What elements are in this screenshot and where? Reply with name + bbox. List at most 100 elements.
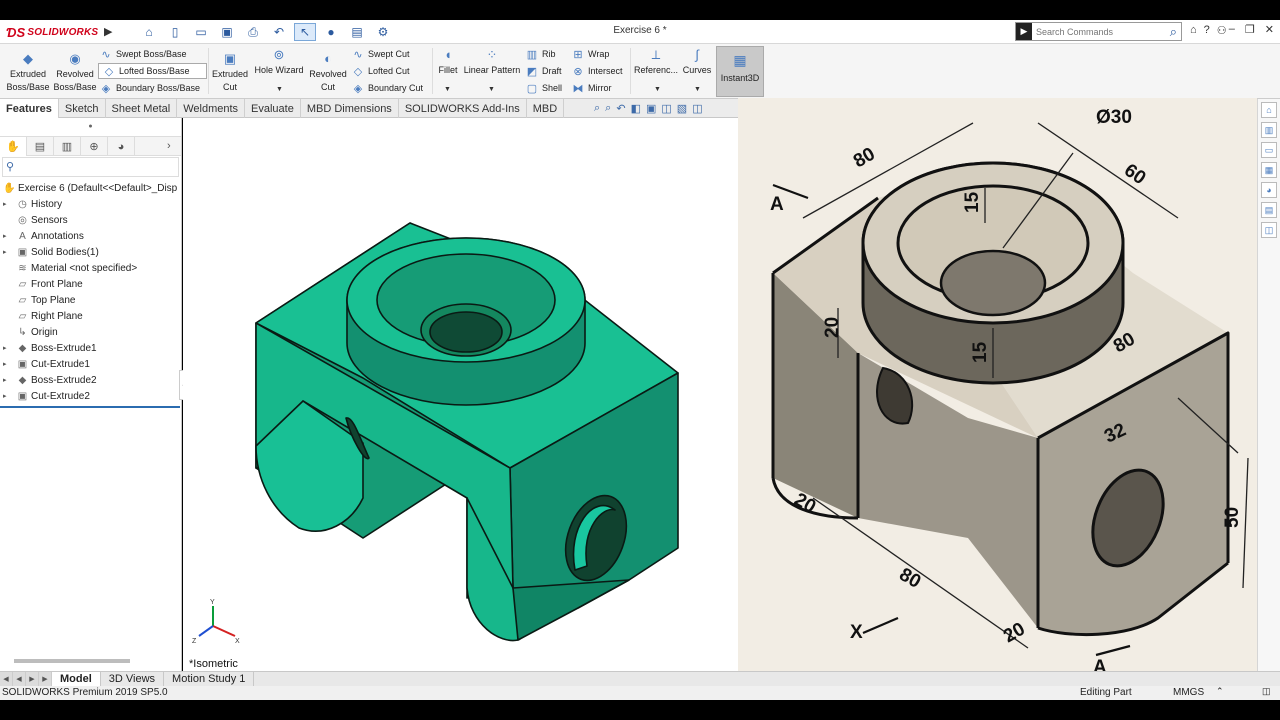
expand-arrow-icon[interactable]: ▸ [3, 344, 11, 352]
file-properties-icon[interactable]: ▤ [346, 23, 368, 41]
expand-arrow-icon[interactable]: ▸ [3, 392, 11, 400]
boundary-cut-button[interactable]: ◈ Boundary Cut [352, 80, 423, 96]
view-palette-icon[interactable]: ▦ [1261, 162, 1277, 178]
property-manager-tab-icon[interactable]: ▤ [27, 137, 54, 156]
dynamic-annotation-icon[interactable]: ▣ [646, 102, 656, 115]
wrap-button[interactable]: ⊞ Wrap [572, 46, 609, 62]
mirror-button[interactable]: ⧓ Mirror [572, 80, 612, 96]
fillet-button[interactable]: ◖ Fillet [434, 48, 462, 77]
filter-icon[interactable]: ⚲ [2, 157, 179, 177]
status-options-icon[interactable]: ◫ [1262, 686, 1271, 697]
custom-properties-icon[interactable]: ▤ [1261, 202, 1277, 218]
revolved-cut-button[interactable]: ◐ Revolved Cut [306, 52, 350, 94]
rollback-bar[interactable] [0, 406, 180, 408]
home-help-icon[interactable]: ⌂ [1190, 24, 1197, 37]
view-orientation-icon[interactable]: ◫ [661, 102, 671, 115]
expand-arrow-icon[interactable]: ▸ [3, 232, 11, 240]
new-icon[interactable]: ▯ [164, 23, 186, 41]
intersect-button[interactable]: ⊗ Intersect [572, 63, 622, 79]
appearances-icon[interactable]: ◕ [1261, 182, 1277, 198]
hole-wizard-dropdown-icon[interactable]: ▼ [276, 86, 283, 93]
save-icon[interactable]: ▣ [216, 23, 238, 41]
zoom-area-icon[interactable]: ⌕ [605, 102, 611, 115]
design-library-icon[interactable]: ▥ [1261, 122, 1277, 138]
rebuild-icon[interactable]: ● [320, 23, 342, 41]
last-tab-icon[interactable]: ▶ [39, 672, 52, 686]
reference-dropdown-icon[interactable]: ▼ [654, 86, 661, 93]
feature-tree-scrollbar[interactable] [14, 659, 130, 663]
tab-sheet-metal[interactable]: Sheet Metal [106, 99, 178, 118]
tree-item[interactable]: ▸ ◆ Boss-Extrude2 [0, 372, 181, 388]
zoom-to-fit-icon[interactable]: ⌕ [594, 102, 600, 115]
tree-item[interactable]: ▱ Top Plane [0, 292, 181, 308]
tab-evaluate[interactable]: Evaluate [245, 99, 301, 118]
file-explorer-icon[interactable]: ▭ [1261, 142, 1277, 158]
hide-show-icon[interactable]: ◫ [692, 102, 702, 115]
curves-button[interactable]: ∫ Curves [680, 48, 714, 77]
user-icon[interactable]: ⚇ [1217, 24, 1227, 37]
rib-button[interactable]: ▥ Rib [526, 46, 556, 62]
swept-cut-button[interactable]: ∿ Swept Cut [352, 46, 409, 62]
tab-model[interactable]: Model [52, 672, 101, 686]
curves-dropdown-icon[interactable]: ▼ [694, 86, 701, 93]
tree-item[interactable]: ↳ Origin [0, 324, 181, 340]
expand-arrow-icon[interactable]: ▸ [3, 376, 11, 384]
expand-arrow-icon[interactable]: ▸ [3, 200, 11, 208]
tab-3d-views[interactable]: 3D Views [101, 672, 165, 686]
tree-item[interactable]: ▸ A Annotations [0, 228, 181, 244]
options-icon[interactable]: ⚙ [372, 23, 394, 41]
extruded-boss-button[interactable]: ◆ Extruded Boss/Base [4, 52, 52, 94]
tab-weldments[interactable]: Weldments [177, 99, 246, 118]
tree-item[interactable]: ▱ Front Plane [0, 276, 181, 292]
units-dropdown-icon[interactable]: ⌃ [1216, 686, 1224, 697]
configuration-manager-tab-icon[interactable]: ▥ [54, 137, 81, 156]
tab-solidworks-add-ins[interactable]: SOLIDWORKS Add-Ins [399, 99, 527, 118]
tree-item[interactable]: ▸ ◷ History [0, 196, 181, 212]
search-mode-icon[interactable]: ▶ [1016, 23, 1032, 40]
next-tab-icon[interactable]: ▶ [26, 672, 39, 686]
linear-pattern-button[interactable]: ⁘ Linear Pattern [462, 48, 522, 77]
expand-arrow-icon[interactable]: ▸ [3, 360, 11, 368]
tree-item[interactable]: ◎ Sensors [0, 212, 181, 228]
tree-item[interactable]: ▸ ▣ Cut-Extrude1 [0, 356, 181, 372]
revolved-boss-button[interactable]: ◉ Revolved Boss/Base [52, 52, 98, 94]
shell-button[interactable]: ▢ Shell [526, 80, 562, 96]
home-icon[interactable]: ⌂ [138, 23, 160, 41]
draft-button[interactable]: ◩ Draft [526, 63, 562, 79]
lofted-boss-button[interactable]: ◇ Lofted Boss/Base [98, 63, 207, 79]
restore-icon[interactable]: ❐ [1245, 23, 1255, 36]
reference-geometry-button[interactable]: ⟂ Referenc... [632, 48, 680, 77]
display-style-icon[interactable]: ▧ [677, 102, 687, 115]
boundary-boss-button[interactable]: ◈ Boundary Boss/Base [100, 80, 200, 96]
close-icon[interactable]: ✕ [1265, 23, 1274, 36]
tab-sketch[interactable]: Sketch [59, 99, 106, 118]
solidworks-resources-icon[interactable]: ⌂ [1261, 102, 1277, 118]
tree-item[interactable]: ▱ Right Plane [0, 308, 181, 324]
section-view-icon[interactable]: ◧ [631, 102, 641, 115]
fillet-dropdown-icon[interactable]: ▼ [444, 86, 451, 93]
tab-mbd[interactable]: MBD [527, 99, 565, 118]
unit-system[interactable]: MMGS [1173, 687, 1204, 698]
print-icon[interactable]: ⎙ [242, 23, 264, 41]
minimize-icon[interactable]: – [1229, 23, 1235, 36]
tab-mbd-dimensions[interactable]: MBD Dimensions [301, 99, 399, 118]
more-tabs-icon[interactable]: › [167, 137, 181, 155]
hole-wizard-button[interactable]: ⊚ Hole Wizard [252, 48, 306, 77]
search-icon[interactable]: ⌕ [1170, 24, 1181, 40]
graphics-viewport[interactable]: Y X Z *Isometric [183, 118, 738, 671]
undo-icon[interactable]: ↶ [268, 23, 290, 41]
menu-flyout-arrow-icon[interactable]: ▶ [104, 25, 112, 38]
display-manager-tab-icon[interactable]: ◕ [108, 137, 135, 156]
tab-features[interactable]: Features [0, 99, 59, 118]
dimxpert-tab-icon[interactable]: ⊕ [81, 137, 108, 156]
tab-motion-study-1[interactable]: Motion Study 1 [164, 672, 255, 686]
solidworks-logo[interactable]: ƊS SOLIDWORKS [6, 23, 98, 41]
tree-item[interactable]: ▸ ▣ Solid Bodies(1) [0, 244, 181, 260]
open-icon[interactable]: ▭ [190, 23, 212, 41]
extruded-cut-button[interactable]: ▣ Extruded Cut [208, 52, 252, 94]
linear-pattern-dropdown-icon[interactable]: ▼ [488, 86, 495, 93]
instant3d-button[interactable]: ▦ Instant3D [716, 46, 764, 97]
expand-arrow-icon[interactable]: ▸ [3, 248, 11, 256]
tree-item[interactable]: ▸ ◆ Boss-Extrude1 [0, 340, 181, 356]
first-tab-icon[interactable]: ◀ [0, 672, 13, 686]
